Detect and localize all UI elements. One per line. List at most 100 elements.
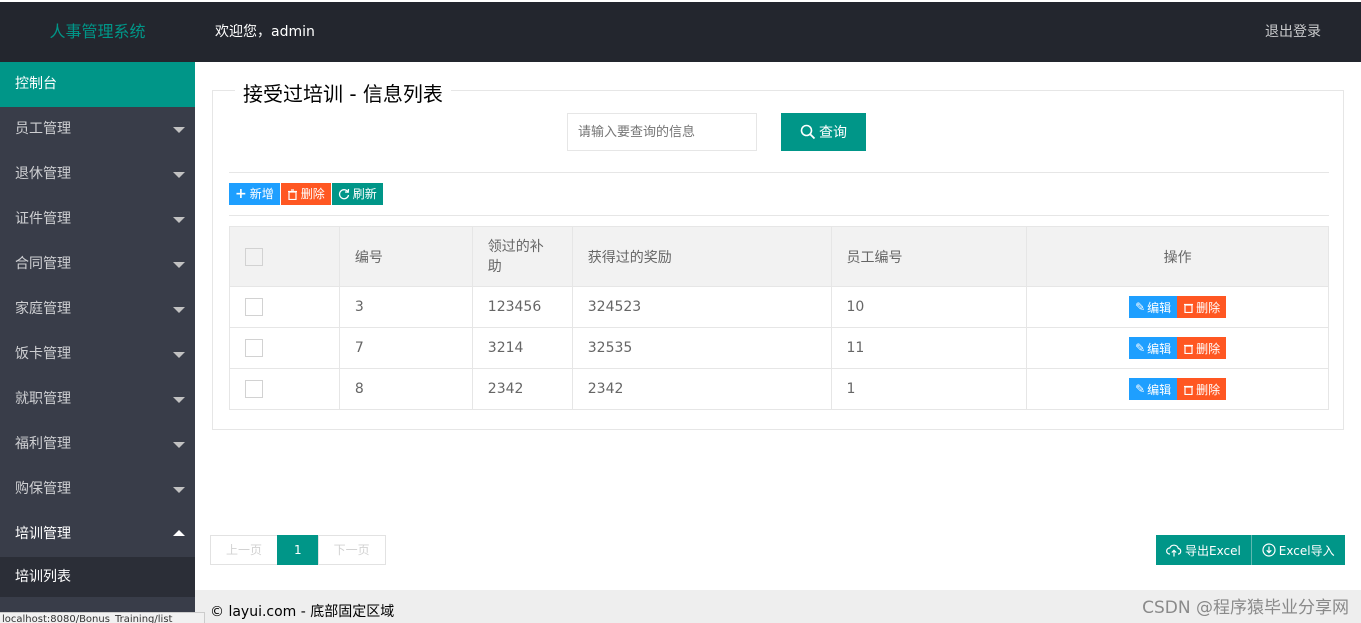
- refresh-button[interactable]: 刷新: [331, 183, 383, 205]
- prev-page-button[interactable]: 上一页: [210, 535, 279, 565]
- edit-button-label: 编辑: [1147, 300, 1172, 315]
- import-excel-button[interactable]: Excel导入: [1250, 535, 1345, 565]
- sidebar-item-label: 合同管理: [15, 256, 71, 272]
- edit-button[interactable]: ✎ 编辑: [1129, 337, 1178, 359]
- select-all-checkbox[interactable]: [245, 247, 263, 266]
- watermark: CSDN @程序猿毕业分享网: [1142, 598, 1349, 618]
- cell-actions: ✎ 编辑 删除: [1026, 327, 1329, 369]
- sidebar-item-employment[interactable]: 就职管理: [0, 377, 195, 422]
- sidebar-item-label: 就职管理: [15, 391, 71, 407]
- sidebar: 控制台 员工管理 退休管理 证件管理 合同管理 家庭管理 饭卡管理 就职管理 福…: [0, 62, 195, 623]
- pencil-icon: ✎: [1135, 382, 1146, 396]
- cell-subsidy: 3214: [471, 327, 573, 369]
- download-circle-icon: [1262, 543, 1276, 557]
- pagination: 上一页 1 下一页: [210, 535, 386, 565]
- next-page-button[interactable]: 下一页: [317, 535, 386, 565]
- column-header: 操作: [1026, 226, 1329, 287]
- sidebar-item-label: 证件管理: [15, 211, 71, 227]
- cell-actions: ✎ 编辑 删除: [1026, 286, 1329, 328]
- table-header-row: 编号 领过的补助 获得过的奖励 员工编号 操作: [229, 226, 1329, 287]
- column-header[interactable]: 编号: [338, 226, 473, 287]
- sidebar-item-family[interactable]: 家庭管理: [0, 287, 195, 332]
- page-title: 接受过培训 - 信息列表: [235, 78, 451, 107]
- page-number-current[interactable]: 1: [277, 535, 319, 565]
- chevron-down-icon: [173, 442, 185, 448]
- row-delete-button[interactable]: 删除: [1177, 296, 1227, 318]
- column-header[interactable]: 员工编号: [830, 226, 1028, 287]
- delete-button-label: 删除: [300, 187, 325, 201]
- row-delete-button[interactable]: 删除: [1177, 337, 1227, 359]
- chevron-down-icon: [173, 127, 185, 133]
- column-header[interactable]: 领过的补助: [471, 226, 573, 287]
- table-row: 7 3214 32535 11 ✎ 编辑 删除: [229, 327, 1329, 369]
- edit-button-label: 编辑: [1147, 382, 1172, 397]
- plus-icon: +: [235, 186, 247, 202]
- cell-id: 7: [338, 327, 473, 369]
- sidebar-subitem-training-list[interactable]: 培训列表: [0, 557, 195, 597]
- sidebar-item-contract[interactable]: 合同管理: [0, 242, 195, 287]
- edit-button[interactable]: ✎ 编辑: [1129, 378, 1178, 400]
- sidebar-item-insurance[interactable]: 购保管理: [0, 467, 195, 512]
- cell-employee-id: 10: [830, 286, 1028, 328]
- table-row: 8 2342 2342 1 ✎ 编辑 删除: [229, 368, 1329, 410]
- row-delete-label: 删除: [1196, 300, 1221, 315]
- sidebar-item-dashboard[interactable]: 控制台: [0, 62, 195, 107]
- sidebar-item-certificate[interactable]: 证件管理: [0, 197, 195, 242]
- chevron-down-icon: [173, 217, 185, 223]
- data-table: 编号 领过的补助 获得过的奖励 员工编号 操作 3 123456 324523 …: [229, 226, 1329, 410]
- sidebar-item-label: 家庭管理: [15, 301, 71, 317]
- sidebar-item-label: 退休管理: [15, 166, 71, 182]
- row-delete-label: 删除: [1196, 382, 1221, 397]
- search-button-label: 查询: [819, 125, 847, 141]
- sidebar-item-welfare[interactable]: 福利管理: [0, 422, 195, 467]
- cell-award: 2342: [571, 368, 832, 410]
- search-input[interactable]: [567, 113, 757, 151]
- sidebar-item-meal-card[interactable]: 饭卡管理: [0, 332, 195, 377]
- edit-button-label: 编辑: [1147, 341, 1172, 356]
- cell-subsidy: 2342: [471, 368, 573, 410]
- cloud-upload-icon: [1166, 544, 1182, 556]
- import-excel-label: Excel导入: [1278, 543, 1335, 558]
- row-delete-button[interactable]: 删除: [1177, 378, 1227, 400]
- app-logo[interactable]: 人事管理系统: [0, 2, 195, 62]
- cell-subsidy: 123456: [471, 286, 573, 328]
- chevron-up-icon: [173, 530, 185, 536]
- chevron-down-icon: [173, 352, 185, 358]
- sidebar-item-label: 福利管理: [15, 436, 71, 452]
- cell-id: 8: [338, 368, 473, 410]
- select-all-cell: [229, 226, 340, 287]
- sidebar-item-label: 员工管理: [15, 121, 71, 137]
- row-checkbox[interactable]: [245, 339, 263, 357]
- row-checkbox[interactable]: [245, 380, 263, 398]
- logout-link[interactable]: 退出登录: [1265, 2, 1321, 62]
- trash-icon: [1184, 344, 1194, 354]
- row-checkbox[interactable]: [245, 298, 263, 316]
- edit-button[interactable]: ✎ 编辑: [1129, 296, 1178, 318]
- trash-icon: [1184, 385, 1194, 395]
- add-button[interactable]: + 新增: [229, 183, 280, 205]
- table-row: 3 123456 324523 10 ✎ 编辑 删除: [229, 286, 1329, 328]
- cell-id: 3: [338, 286, 473, 328]
- excel-button-group: 导出Excel Excel导入: [1156, 535, 1345, 565]
- export-excel-button[interactable]: 导出Excel: [1156, 535, 1251, 565]
- list-panel: 接受过培训 - 信息列表 查询 + 新增 删除 刷新 编号 领过的补助: [212, 78, 1344, 430]
- cell-employee-id: 1: [830, 368, 1028, 410]
- sidebar-item-retirement[interactable]: 退休管理: [0, 152, 195, 197]
- search-button[interactable]: 查询: [781, 113, 866, 151]
- refresh-icon: [338, 188, 349, 200]
- pencil-icon: ✎: [1135, 341, 1146, 355]
- column-header[interactable]: 获得过的奖励: [571, 226, 832, 287]
- sidebar-item-employee[interactable]: 员工管理: [0, 107, 195, 152]
- chevron-down-icon: [173, 262, 185, 268]
- chevron-down-icon: [173, 397, 185, 403]
- add-button-label: 新增: [249, 187, 274, 201]
- trash-icon: [1184, 303, 1194, 313]
- cell-actions: ✎ 编辑 删除: [1026, 368, 1329, 410]
- sidebar-item-training[interactable]: 培训管理: [0, 512, 195, 557]
- sidebar-item-label: 培训管理: [15, 526, 71, 542]
- cell-award: 32535: [571, 327, 832, 369]
- delete-button[interactable]: 删除: [280, 183, 331, 205]
- pencil-icon: ✎: [1135, 300, 1146, 314]
- refresh-button-label: 刷新: [352, 187, 377, 201]
- welcome-text: 欢迎您，admin: [215, 24, 315, 40]
